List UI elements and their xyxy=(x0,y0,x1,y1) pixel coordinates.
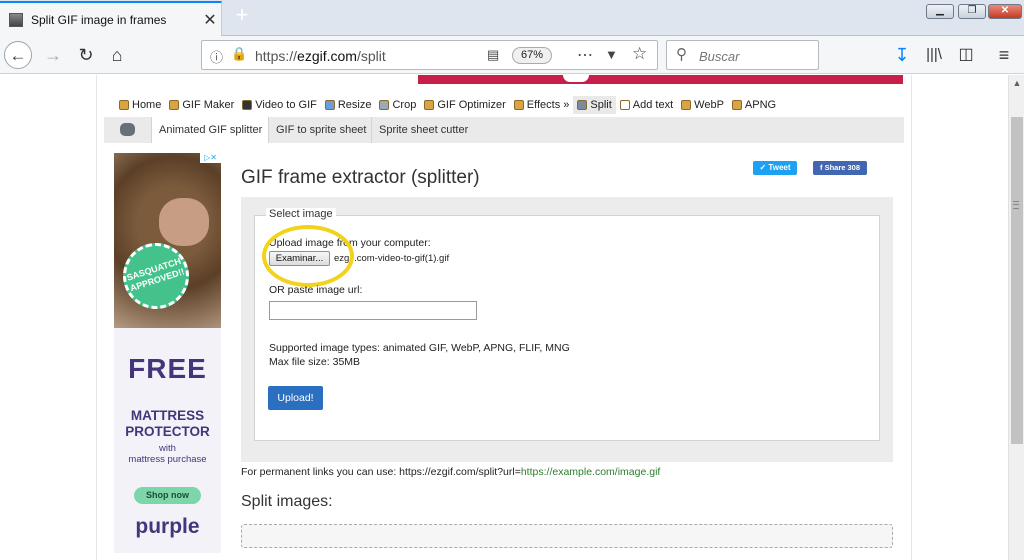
nav-crop[interactable]: Crop xyxy=(375,96,420,114)
highlight-circle xyxy=(262,225,354,287)
reload-button[interactable]: ↻ xyxy=(72,41,100,69)
effects-icon xyxy=(513,100,524,110)
nav-video-to-gif[interactable]: Video to GIF xyxy=(238,96,321,114)
url-bar[interactable]: ⓘ 🔒 https://ezgif.com/split ▤ 67% ⋯ ▼ ☆ xyxy=(201,40,658,70)
nav-gif-maker[interactable]: GIF Maker xyxy=(165,96,238,114)
image-url-input[interactable] xyxy=(269,301,477,320)
split-images-area xyxy=(241,524,893,548)
favicon-icon xyxy=(9,12,23,27)
webp-icon xyxy=(681,100,692,110)
supported-types-info: Supported image types: animated GIF, Web… xyxy=(269,341,570,369)
gif-maker-icon xyxy=(169,100,180,110)
search-placeholder: Buscar xyxy=(699,49,740,64)
home-icon[interactable]: ⌂ xyxy=(103,41,131,69)
url-label: OR paste image url: xyxy=(269,284,363,296)
tab-close-icon[interactable]: ✕ xyxy=(199,10,221,30)
ad-shop-now-button[interactable]: Shop now xyxy=(134,487,201,504)
crop-icon xyxy=(379,100,390,110)
minimize-button[interactable]: ▁ xyxy=(926,4,954,19)
sub-nav: Animated GIF splitter GIF to sprite shee… xyxy=(104,117,904,143)
sidebar-icon[interactable]: ◫ xyxy=(952,41,980,69)
info-icon[interactable]: ⓘ xyxy=(210,47,223,66)
reader-view-icon[interactable]: ▤ xyxy=(487,47,499,63)
page-title: GIF frame extractor (splitter) xyxy=(241,167,480,188)
optimizer-icon xyxy=(424,100,435,110)
tab-sprite-sheet-cutter[interactable]: Sprite sheet cutter xyxy=(371,117,475,143)
vertical-scrollbar[interactable]: ▲ xyxy=(1008,75,1024,560)
nav-effects[interactable]: Effects » xyxy=(510,96,574,114)
facebook-share-button[interactable]: f Share 308 xyxy=(813,161,867,175)
bookmark-star-icon[interactable]: ☆ xyxy=(632,44,647,64)
upload-button[interactable]: Upload! xyxy=(268,386,323,410)
ad-creature-face xyxy=(159,198,209,246)
nav-resize[interactable]: Resize xyxy=(321,96,376,114)
download-icon[interactable]: ↧ xyxy=(888,41,916,69)
facebook-icon: f xyxy=(819,163,823,172)
house-icon xyxy=(119,100,129,110)
resize-icon xyxy=(324,100,335,110)
url-text: https://ezgif.com/split xyxy=(255,48,386,64)
site-main-nav: Home GIF Maker Video to GIF Resize Crop … xyxy=(115,96,780,114)
tweet-button[interactable]: ✓ Tweet xyxy=(753,161,797,175)
twitter-icon: ✓ xyxy=(759,163,767,172)
ad-subheadline: MATTRESS PROTECTOR xyxy=(125,408,210,439)
pocket-icon[interactable]: ▼ xyxy=(605,47,618,62)
top-banner-ad[interactable] xyxy=(418,75,903,84)
nav-split[interactable]: Split xyxy=(573,96,616,114)
nav-add-text[interactable]: Add text xyxy=(616,96,677,114)
ad-fineprint: with mattress purchase xyxy=(128,443,207,465)
max-file-size: Max file size: 35MB xyxy=(269,356,361,368)
permalink-example-link[interactable]: https://example.com/image.gif xyxy=(521,466,660,478)
ad-headline: FREE xyxy=(128,353,207,384)
scrollbar-grip-line xyxy=(1013,204,1019,205)
forward-button[interactable]: → xyxy=(39,41,67,69)
back-button[interactable]: ← xyxy=(4,41,32,69)
browser-tab[interactable]: Split GIF image in frames ✕ xyxy=(0,1,222,36)
text-icon xyxy=(619,100,630,110)
fieldset-legend: Select image xyxy=(266,208,336,220)
side-advertisement[interactable]: SASQUATCH APPROVED!! ▷✕ FREE MATTRESS PRO… xyxy=(114,153,221,553)
nav-home[interactable]: Home xyxy=(115,96,165,114)
new-tab-button[interactable]: + xyxy=(230,4,254,28)
maximize-button[interactable]: ❐ xyxy=(958,4,986,19)
library-icon[interactable]: |||\ xyxy=(920,41,948,69)
split-icon xyxy=(577,100,588,110)
supported-types: Supported image types: animated GIF, Web… xyxy=(269,342,570,354)
search-box[interactable]: ⚲ Buscar xyxy=(666,40,819,70)
tab-title: Split GIF image in frames xyxy=(31,12,167,27)
nav-gif-optimizer[interactable]: GIF Optimizer xyxy=(420,96,509,114)
page-actions-icon[interactable]: ⋯ xyxy=(577,45,593,65)
scroll-up-arrow-icon[interactable]: ▲ xyxy=(1009,75,1024,91)
search-icon: ⚲ xyxy=(676,46,687,63)
navigation-toolbar: ← → ↻ ⌂ ⓘ 🔒 https://ezgif.com/split ▤ 67… xyxy=(0,36,1024,74)
zoom-level[interactable]: 67% xyxy=(512,47,552,64)
lock-icon[interactable]: 🔒 xyxy=(231,46,247,62)
adchoices-icon[interactable]: ▷✕ xyxy=(200,153,221,163)
split-tool-icon xyxy=(120,123,135,136)
apng-icon xyxy=(731,100,742,110)
menu-icon[interactable]: ≡ xyxy=(990,41,1018,69)
scrollbar-thumb[interactable] xyxy=(1011,117,1023,444)
nav-webp[interactable]: WebP xyxy=(677,96,728,114)
video-icon xyxy=(242,100,253,110)
split-images-heading: Split images: xyxy=(241,493,333,510)
tab-gif-to-sprite-sheet[interactable]: GIF to sprite sheet xyxy=(268,117,373,143)
nav-apng[interactable]: APNG xyxy=(728,96,780,114)
scrollbar-grip xyxy=(1013,201,1019,209)
permalink-info: For permanent links you can use: https:/… xyxy=(241,466,661,478)
banner-logo xyxy=(563,75,589,82)
window-close-button[interactable]: ✕ xyxy=(988,4,1022,19)
ad-brand-logo: purple xyxy=(135,515,200,538)
tab-animated-gif-splitter[interactable]: Animated GIF splitter xyxy=(151,117,270,143)
